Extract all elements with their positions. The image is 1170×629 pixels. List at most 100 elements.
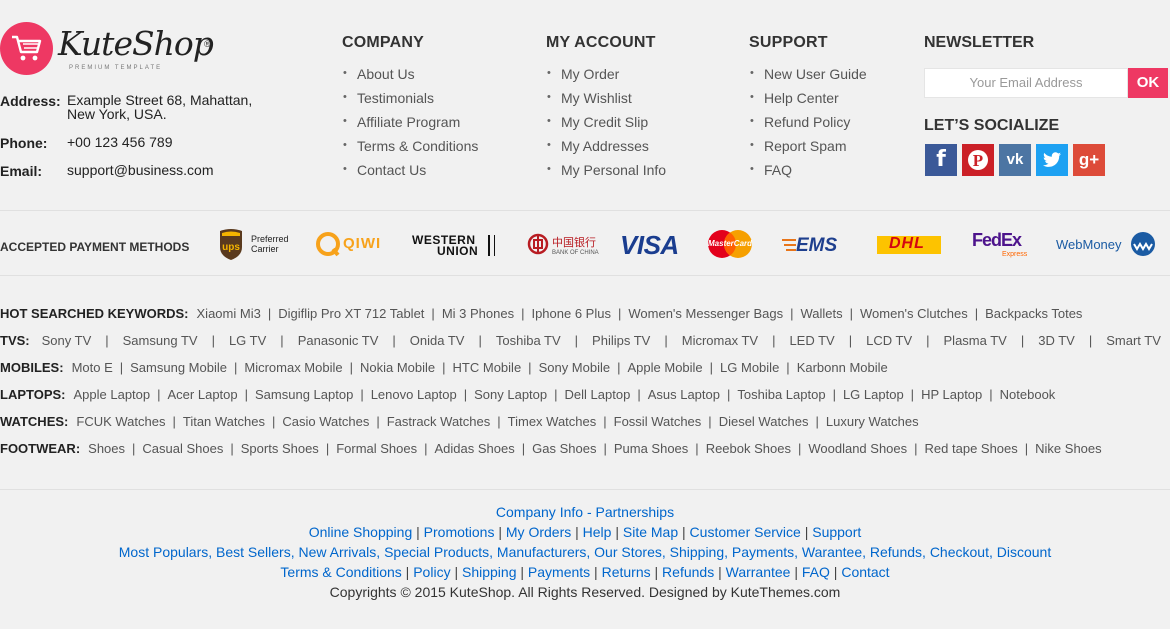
keyword-link[interactable]: Acer Laptop	[168, 387, 238, 402]
footer-link[interactable]: Returns	[602, 564, 651, 580]
company-link[interactable]: Affiliate Program	[342, 113, 478, 138]
footer-link[interactable]: Company Info - Partnerships	[496, 504, 674, 520]
keyword-link[interactable]: Sony Mobile	[539, 360, 611, 375]
account-link[interactable]: My Credit Slip	[546, 113, 666, 138]
keyword-link[interactable]: Panasonic TV	[298, 333, 379, 348]
keyword-link[interactable]: Xiaomi Mi3	[197, 306, 261, 321]
keyword-link[interactable]: Sony TV	[42, 333, 92, 348]
support-link[interactable]: Help Center	[749, 89, 867, 114]
company-link[interactable]: Terms & Conditions	[342, 137, 478, 162]
keyword-link[interactable]: Woodland Shoes	[808, 441, 907, 456]
keyword-link[interactable]: Toshiba Laptop	[737, 387, 825, 402]
footer-link[interactable]: Customer Service	[690, 524, 801, 540]
keyword-link[interactable]: Fossil Watches	[614, 414, 702, 429]
keyword-link[interactable]: Nokia Mobile	[360, 360, 435, 375]
keyword-link[interactable]: HP Laptop	[921, 387, 982, 402]
keyword-link[interactable]: Iphone 6 Plus	[531, 306, 611, 321]
keyword-link[interactable]: Notebook	[1000, 387, 1056, 402]
support-link[interactable]: Report Spam	[749, 137, 867, 162]
keyword-link[interactable]: Dell Laptop	[565, 387, 631, 402]
keyword-link[interactable]: LG Laptop	[843, 387, 904, 402]
keyword-link[interactable]: Fastrack Watches	[387, 414, 491, 429]
keyword-link[interactable]: Moto E	[72, 360, 113, 375]
keyword-link[interactable]: Nike Shoes	[1035, 441, 1101, 456]
footer-link[interactable]: Payments	[528, 564, 590, 580]
keyword-link[interactable]: Women's Messenger Bags	[628, 306, 783, 321]
twitter-icon[interactable]	[1036, 144, 1068, 176]
keyword-link[interactable]: Gas Shoes	[532, 441, 596, 456]
footer-link[interactable]: Refunds	[662, 564, 714, 580]
keyword-link[interactable]: Formal Shoes	[336, 441, 417, 456]
keyword-link[interactable]: Apple Mobile	[628, 360, 703, 375]
keyword-link[interactable]: Casio Watches	[282, 414, 369, 429]
keyword-link[interactable]: Casual Shoes	[142, 441, 223, 456]
vk-icon[interactable]: vk	[999, 144, 1031, 176]
keyword-link[interactable]: LG Mobile	[720, 360, 779, 375]
keyword-link[interactable]: Samsung Mobile	[130, 360, 227, 375]
footer-link[interactable]: Policy	[413, 564, 450, 580]
keyword-link[interactable]: Karbonn Mobile	[797, 360, 888, 375]
keyword-link[interactable]: LED TV	[789, 333, 834, 348]
site-logo[interactable]: KuteShop PREMIUM TEMPLATE ®	[0, 22, 215, 78]
footer-link[interactable]: My Orders	[506, 524, 571, 540]
keyword-link[interactable]: Plasma TV	[944, 333, 1007, 348]
footer-link[interactable]: Promotions	[424, 524, 495, 540]
account-link[interactable]: My Addresses	[546, 137, 666, 162]
keyword-link[interactable]: Micromax TV	[682, 333, 758, 348]
keyword-link[interactable]: HTC Mobile	[453, 360, 522, 375]
keyword-link[interactable]: 3D TV	[1038, 333, 1075, 348]
newsletter-submit-button[interactable]: OK	[1128, 68, 1168, 98]
keyword-link[interactable]: Apple Laptop	[74, 387, 151, 402]
keyword-link[interactable]: Timex Watches	[508, 414, 597, 429]
keyword-link[interactable]: Toshiba TV	[496, 333, 561, 348]
keyword-link[interactable]: Onida TV	[410, 333, 465, 348]
email-value[interactable]: support@business.com	[67, 163, 214, 177]
facebook-icon[interactable]: f	[925, 144, 957, 176]
keyword-link[interactable]: Women's Clutches	[860, 306, 968, 321]
footer-link[interactable]: FAQ	[802, 564, 830, 580]
footer-link[interactable]: Contact	[841, 564, 889, 580]
keyword-link[interactable]: Samsung TV	[123, 333, 198, 348]
keyword-link[interactable]: FCUK Watches	[76, 414, 165, 429]
keyword-link[interactable]: Backpacks Totes	[985, 306, 1082, 321]
keyword-link[interactable]: Adidas Shoes	[435, 441, 515, 456]
company-link[interactable]: About Us	[342, 65, 478, 90]
keyword-link[interactable]: Sony Laptop	[474, 387, 547, 402]
keyword-link[interactable]: LCD TV	[866, 333, 912, 348]
keyword-link[interactable]: LG TV	[229, 333, 266, 348]
keyword-link[interactable]: Luxury Watches	[826, 414, 919, 429]
footer-link[interactable]: Warrantee	[726, 564, 791, 580]
keyword-link[interactable]: Lenovo Laptop	[371, 387, 457, 402]
keyword-link[interactable]: Micromax Mobile	[244, 360, 342, 375]
keyword-link[interactable]: Philips TV	[592, 333, 650, 348]
footer-link[interactable]: Online Shopping	[309, 524, 413, 540]
account-link[interactable]: My Wishlist	[546, 89, 666, 114]
google-plus-icon[interactable]: g+	[1073, 144, 1105, 176]
keyword-link[interactable]: Samsung Laptop	[255, 387, 353, 402]
keyword-link[interactable]: Titan Watches	[183, 414, 265, 429]
footer-link[interactable]: Support	[812, 524, 861, 540]
support-link[interactable]: FAQ	[749, 161, 867, 186]
keyword-link[interactable]: Digiflip Pro XT 712 Tablet	[278, 306, 424, 321]
keyword-link[interactable]: Diesel Watches	[719, 414, 809, 429]
support-link[interactable]: Refund Policy	[749, 113, 867, 138]
phone-value[interactable]: +00 123 456 789	[67, 135, 173, 149]
footer-link[interactable]: Help	[583, 524, 612, 540]
newsletter-email-input[interactable]: Your Email Address	[924, 68, 1128, 98]
keyword-link[interactable]: Mi 3 Phones	[442, 306, 514, 321]
footer-link[interactable]: Shipping	[462, 564, 517, 580]
footer-link[interactable]: Terms & Conditions	[280, 564, 401, 580]
company-link[interactable]: Contact Us	[342, 161, 478, 186]
bottom-line-3[interactable]: Most Populars, Best Sellers, New Arrival…	[0, 542, 1170, 562]
keyword-link[interactable]: Reebok Shoes	[706, 441, 791, 456]
keyword-link[interactable]: Wallets	[800, 306, 842, 321]
pinterest-icon[interactable]: P	[962, 144, 994, 176]
account-link[interactable]: My Order	[546, 65, 666, 90]
keyword-link[interactable]: Red tape Shoes	[925, 441, 1018, 456]
footer-link[interactable]: Site Map	[623, 524, 678, 540]
keyword-link[interactable]: Puma Shoes	[614, 441, 688, 456]
account-link[interactable]: My Personal Info	[546, 161, 666, 186]
keyword-link[interactable]: Smart TV	[1106, 333, 1161, 348]
company-link[interactable]: Testimonials	[342, 89, 478, 114]
support-link[interactable]: New User Guide	[749, 65, 867, 90]
